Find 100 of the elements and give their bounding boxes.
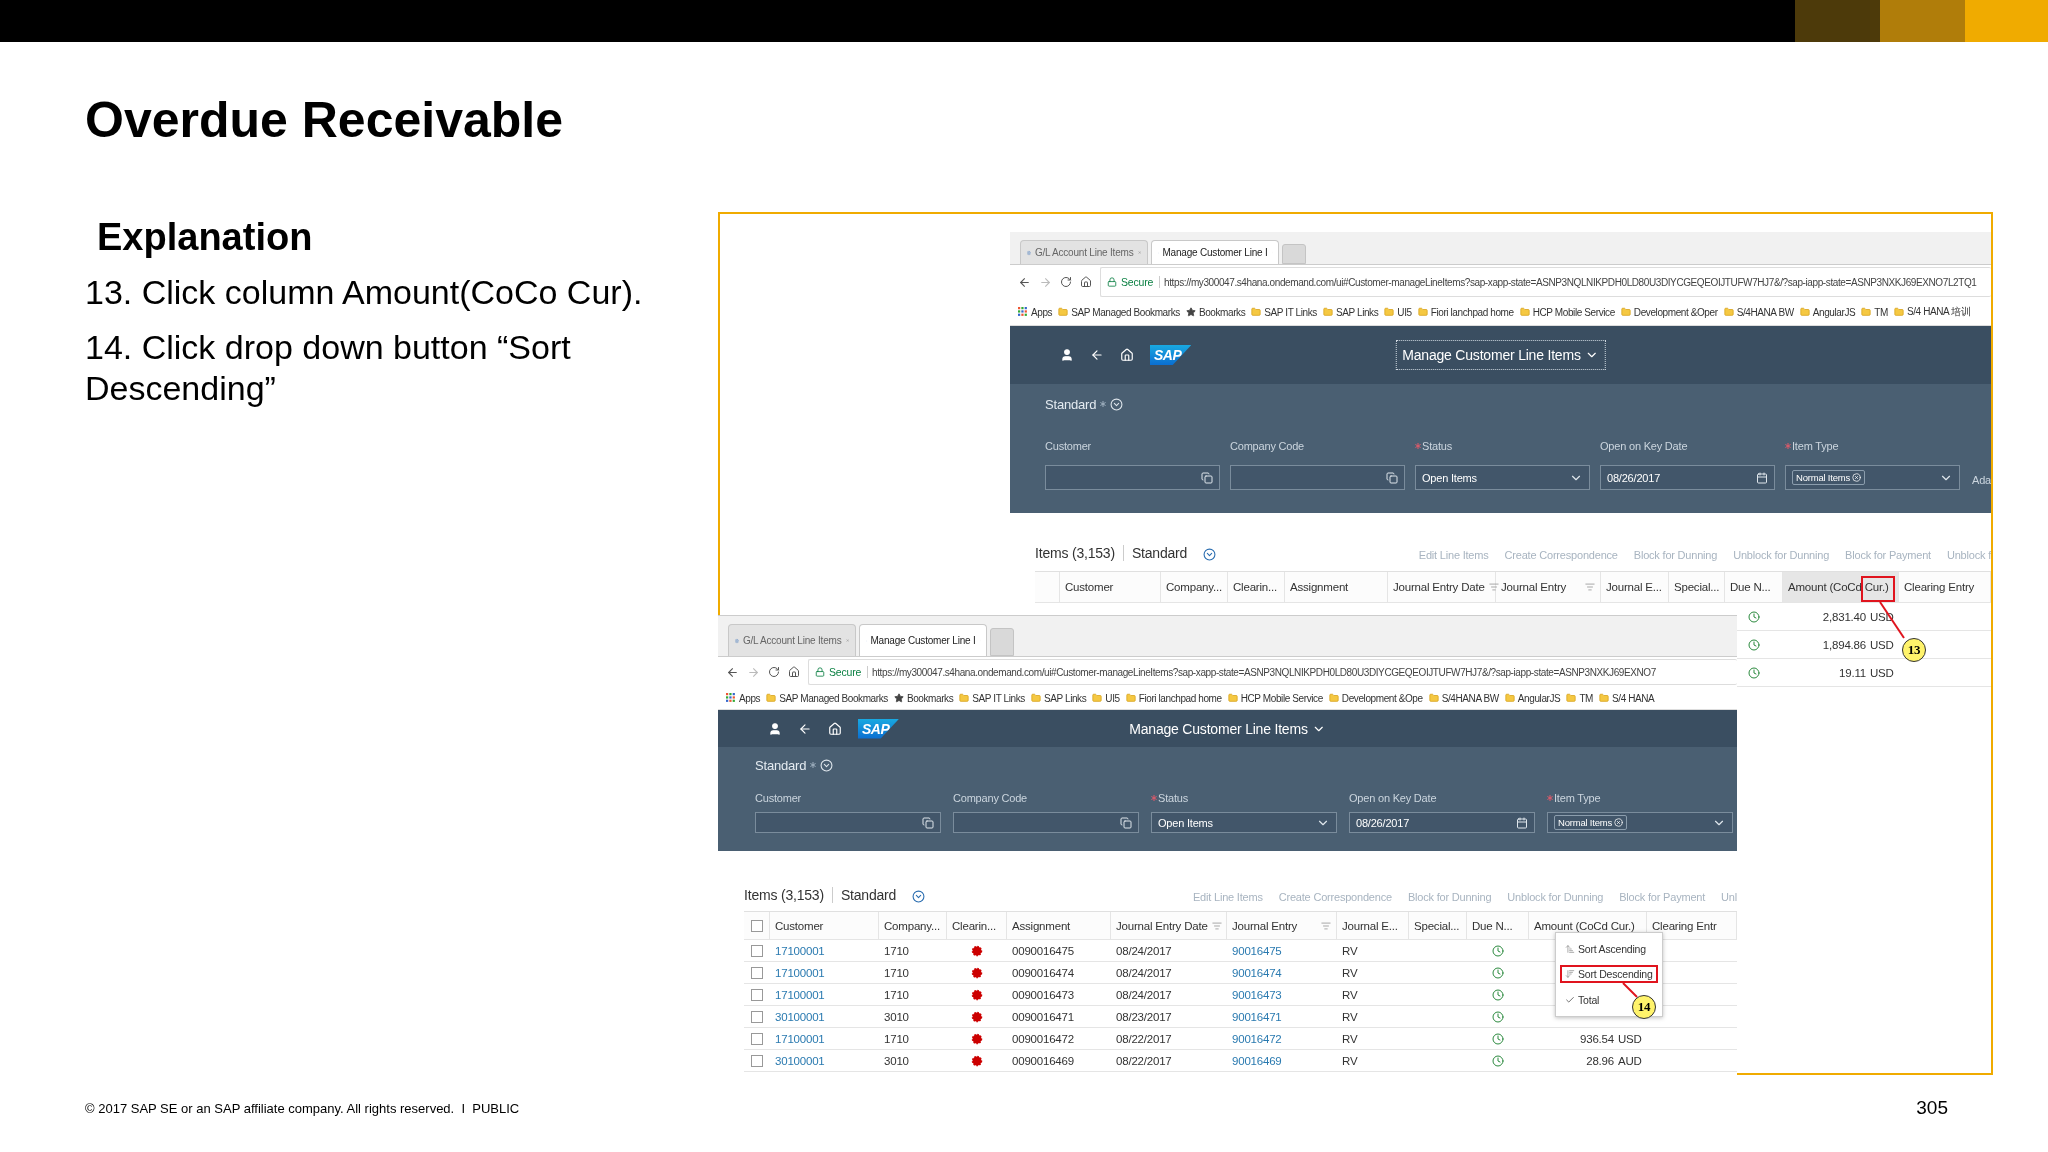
bookmark[interactable]: UI5 <box>1105 692 1120 704</box>
back-icon[interactable] <box>726 665 739 679</box>
column-header[interactable]: Journal Entry <box>1227 912 1337 939</box>
filter-field[interactable]: Open Items <box>1415 465 1590 490</box>
journal-entry-link[interactable]: 90016469 <box>1232 1054 1282 1067</box>
column-header[interactable]: Amount (CoCd Cur.) <box>1783 572 1899 602</box>
bookmark[interactable]: SAP Links <box>1335 306 1379 318</box>
column-header[interactable]: Journal Entry <box>1496 572 1601 602</box>
bookmark[interactable]: Development &Oper <box>1633 306 1718 318</box>
back-icon[interactable] <box>1018 275 1031 289</box>
address-bar[interactable]: Secure https://my300047.s4hana.ondemand.com/ui#Customer-manageLineItems?sap-xapp-state=ASNP3NQLNIKPDH0LD80U3DIYCGEQEOIJTUFW7HJ7&/?sap-iapp-state=ASNP3NXKJ69EXNO7L2TQ1 <box>1100 267 1991 297</box>
address-bar[interactable]: Secure https://my300047.s4hana.ondemand.com/ui#Customer-manageLineItems?sap-xapp-state=ASNP3NQLNIKPDH0LD80U3DIYCGEQEOIJTUFW7HJ7&/?sap-iapp-state=ASNP3NXKJ69EXNO7 <box>808 659 1737 685</box>
row-checkbox[interactable] <box>751 1010 763 1023</box>
column-header[interactable]: Journal Entry Date <box>1111 912 1227 939</box>
bookmark[interactable]: TM <box>1579 692 1593 704</box>
column-header[interactable]: Clearin... <box>1228 572 1285 602</box>
calendar-icon[interactable] <box>1516 816 1528 829</box>
bookmark[interactable]: S/4HANA BW <box>1441 692 1499 704</box>
bookmark[interactable]: Apps <box>1031 306 1053 318</box>
journal-entry-link[interactable]: 90016473 <box>1232 988 1282 1001</box>
column-header[interactable]: Customer <box>770 912 879 939</box>
customer-link[interactable]: 17100001 <box>775 944 825 957</box>
row-checkbox[interactable] <box>751 1054 763 1067</box>
bookmark[interactable]: Apps <box>739 692 761 704</box>
user-icon[interactable] <box>768 721 782 736</box>
column-header[interactable]: Customer <box>1060 572 1161 602</box>
bookmark[interactable]: SAP Links <box>1043 692 1087 704</box>
row-checkbox[interactable] <box>751 1032 763 1045</box>
column-header[interactable]: Assignment <box>1007 912 1111 939</box>
filter-field[interactable]: Open Items <box>1151 812 1337 833</box>
back-icon[interactable] <box>798 721 812 736</box>
bookmark[interactable]: AngularJS <box>1517 692 1561 704</box>
bookmark[interactable]: Fiori lanchpad home <box>1138 692 1222 704</box>
bookmark[interactable]: HCP Mobile Service <box>1532 306 1615 318</box>
calendar-icon[interactable] <box>1756 471 1768 484</box>
bookmark[interactable]: S/4 HANA <box>1612 692 1655 704</box>
row-checkbox[interactable] <box>751 944 763 957</box>
bookmark[interactable]: S/4HANA BW <box>1736 306 1794 318</box>
bookmark[interactable]: SAP Managed Bookmarks <box>779 692 888 704</box>
bookmark[interactable]: SAP Managed Bookmarks <box>1071 306 1180 318</box>
column-header[interactable]: Clearing Entry <box>1899 572 1991 602</box>
menu-item[interactable]: Sort Ascending <box>1560 939 1651 958</box>
value-help-icon[interactable] <box>1201 471 1213 484</box>
journal-entry-link[interactable]: 90016475 <box>1232 944 1282 957</box>
column-header[interactable]: Assignment <box>1285 572 1388 602</box>
column-header[interactable]: Due N... <box>1467 912 1529 939</box>
menu-item[interactable]: Total <box>1560 991 1605 1010</box>
reload-icon[interactable] <box>1060 276 1072 288</box>
variant-name[interactable]: Standard <box>1045 396 1097 412</box>
bookmark[interactable]: Development &Ope <box>1341 692 1423 704</box>
bookmark[interactable]: AngularJS <box>1812 306 1856 318</box>
customer-link[interactable]: 30100001 <box>775 1054 825 1067</box>
bookmark[interactable]: UI5 <box>1397 306 1412 318</box>
adapt-filters-link[interactable]: Ada <box>1972 474 1991 486</box>
home-icon[interactable] <box>1080 276 1092 288</box>
value-help-icon[interactable] <box>922 816 934 829</box>
column-header[interactable]: Special... <box>1409 912 1467 939</box>
value-help-icon[interactable] <box>1386 471 1398 484</box>
remove-icon[interactable] <box>1852 473 1862 482</box>
browser-tab[interactable]: G/L Account Line Items <box>728 624 856 656</box>
reload-icon[interactable] <box>768 666 780 678</box>
browser-tab[interactable]: Manage Customer Line I <box>859 624 987 656</box>
select-all-checkbox[interactable] <box>750 919 763 932</box>
filter-field[interactable]: 08/26/2017 <box>1600 465 1775 490</box>
column-header[interactable]: Special... <box>1669 572 1725 602</box>
filter-field[interactable] <box>953 812 1139 833</box>
browser-tab[interactable]: Manage Customer Line I <box>1151 240 1279 264</box>
back-icon[interactable] <box>1090 348 1104 362</box>
column-header[interactable]: Journal Entry Date <box>1388 572 1496 602</box>
bookmark[interactable]: SAP IT Links <box>972 692 1025 704</box>
filter-field[interactable]: Normal Items <box>1785 465 1960 490</box>
filter-field[interactable]: Normal Items <box>1547 812 1733 833</box>
customer-link[interactable]: 17100001 <box>775 1032 825 1045</box>
column-header[interactable]: Company... <box>879 912 947 939</box>
bookmark[interactable]: TM <box>1874 306 1888 318</box>
column-header[interactable]: Clearin... <box>947 912 1007 939</box>
customer-link[interactable]: 17100001 <box>775 988 825 1001</box>
journal-entry-link[interactable]: 90016474 <box>1232 966 1282 979</box>
filter-field[interactable] <box>1045 465 1220 490</box>
home-icon[interactable] <box>788 666 800 678</box>
journal-entry-link[interactable]: 90016471 <box>1232 1010 1282 1023</box>
app-title-menu[interactable]: Manage Customer Line Items <box>1395 340 1606 370</box>
column-header[interactable]: Journal E... <box>1601 572 1669 602</box>
journal-entry-link[interactable]: 90016472 <box>1232 1032 1282 1045</box>
customer-link[interactable]: 30100001 <box>775 1010 825 1023</box>
customer-link[interactable]: 17100001 <box>775 966 825 979</box>
variant-name[interactable]: Standard <box>1131 545 1196 561</box>
browser-tab[interactable]: G/L Account Line Items <box>1020 240 1148 264</box>
remove-icon[interactable] <box>1614 818 1624 827</box>
filter-field[interactable] <box>1230 465 1405 490</box>
filter-field[interactable] <box>755 812 941 833</box>
row-checkbox[interactable] <box>751 988 763 1001</box>
bookmark[interactable]: SAP IT Links <box>1264 306 1317 318</box>
variant-menu-icon[interactable] <box>1203 548 1217 561</box>
variant-menu-icon[interactable] <box>912 890 926 903</box>
row-checkbox[interactable] <box>751 966 763 979</box>
app-title-menu[interactable]: Manage Customer Line Items <box>1122 713 1333 744</box>
bookmark[interactable]: S/4 HANA 培训 <box>1906 305 1971 319</box>
column-header[interactable]: Company... <box>1161 572 1228 602</box>
bookmark[interactable]: Bookmarks <box>1198 306 1246 318</box>
